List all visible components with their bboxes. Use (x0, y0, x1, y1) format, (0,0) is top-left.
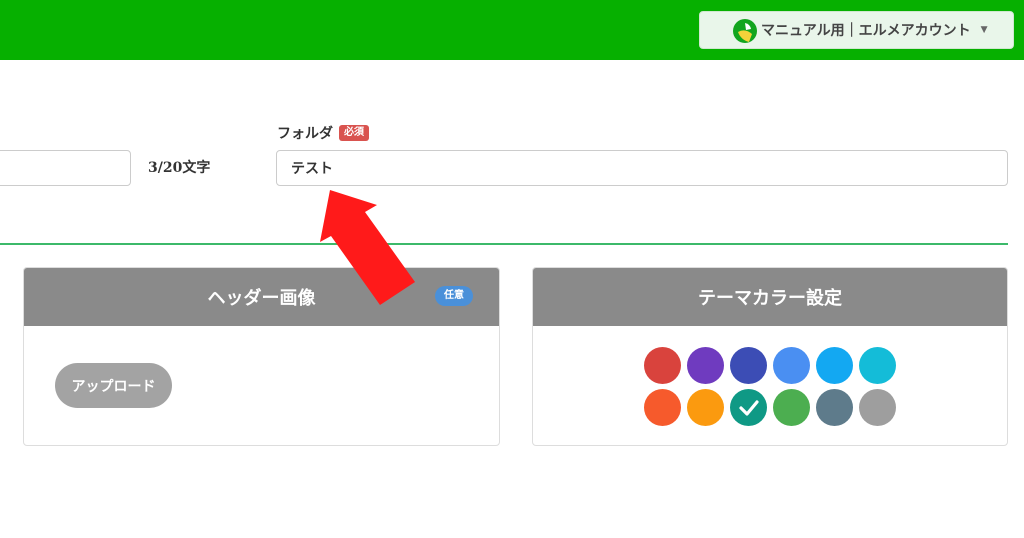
header-image-panel-header: ヘッダー画像 任意 (24, 268, 499, 326)
color-swatch[interactable] (859, 347, 896, 384)
swatch-row-1 (644, 347, 900, 384)
upload-button[interactable]: アップロード (55, 363, 172, 408)
optional-badge: 任意 (435, 286, 473, 306)
theme-color-panel-title: テーマカラー設定 (698, 288, 842, 309)
folder-label-group: フォルダ 必須 (277, 123, 369, 143)
color-swatch[interactable] (644, 347, 681, 384)
account-name: マニュアル用｜エルメアカウント (761, 23, 971, 39)
color-swatch[interactable] (773, 389, 810, 426)
required-badge: 必須 (339, 125, 369, 141)
account-logo-icon (733, 19, 757, 43)
header-image-panel-title: ヘッダー画像 (207, 288, 316, 309)
color-swatch[interactable] (644, 389, 681, 426)
color-swatch[interactable] (773, 347, 810, 384)
name-input[interactable] (0, 150, 131, 186)
check-icon (738, 399, 759, 416)
swatch-row-2 (644, 389, 900, 426)
color-swatch[interactable] (687, 347, 724, 384)
color-swatch[interactable] (816, 389, 853, 426)
theme-color-panel-header: テーマカラー設定 (533, 268, 1007, 326)
color-swatch-selected[interactable] (730, 389, 767, 426)
folder-input[interactable] (276, 150, 1008, 186)
char-count: 3/20文字 (148, 160, 211, 176)
header-image-panel: ヘッダー画像 任意 アップロード (23, 267, 500, 446)
color-swatch[interactable] (687, 389, 724, 426)
color-swatch[interactable] (816, 347, 853, 384)
top-bar: マニュアル用｜エルメアカウント ▼ (0, 0, 1024, 60)
section-divider (0, 243, 1008, 245)
chevron-down-icon: ▼ (980, 25, 988, 35)
theme-color-panel: テーマカラー設定 (532, 267, 1008, 446)
color-swatch[interactable] (859, 389, 896, 426)
account-switcher-button[interactable]: マニュアル用｜エルメアカウント ▼ (699, 11, 1014, 49)
color-swatch-grid (644, 347, 900, 431)
folder-label: フォルダ (277, 126, 333, 142)
color-swatch[interactable] (730, 347, 767, 384)
